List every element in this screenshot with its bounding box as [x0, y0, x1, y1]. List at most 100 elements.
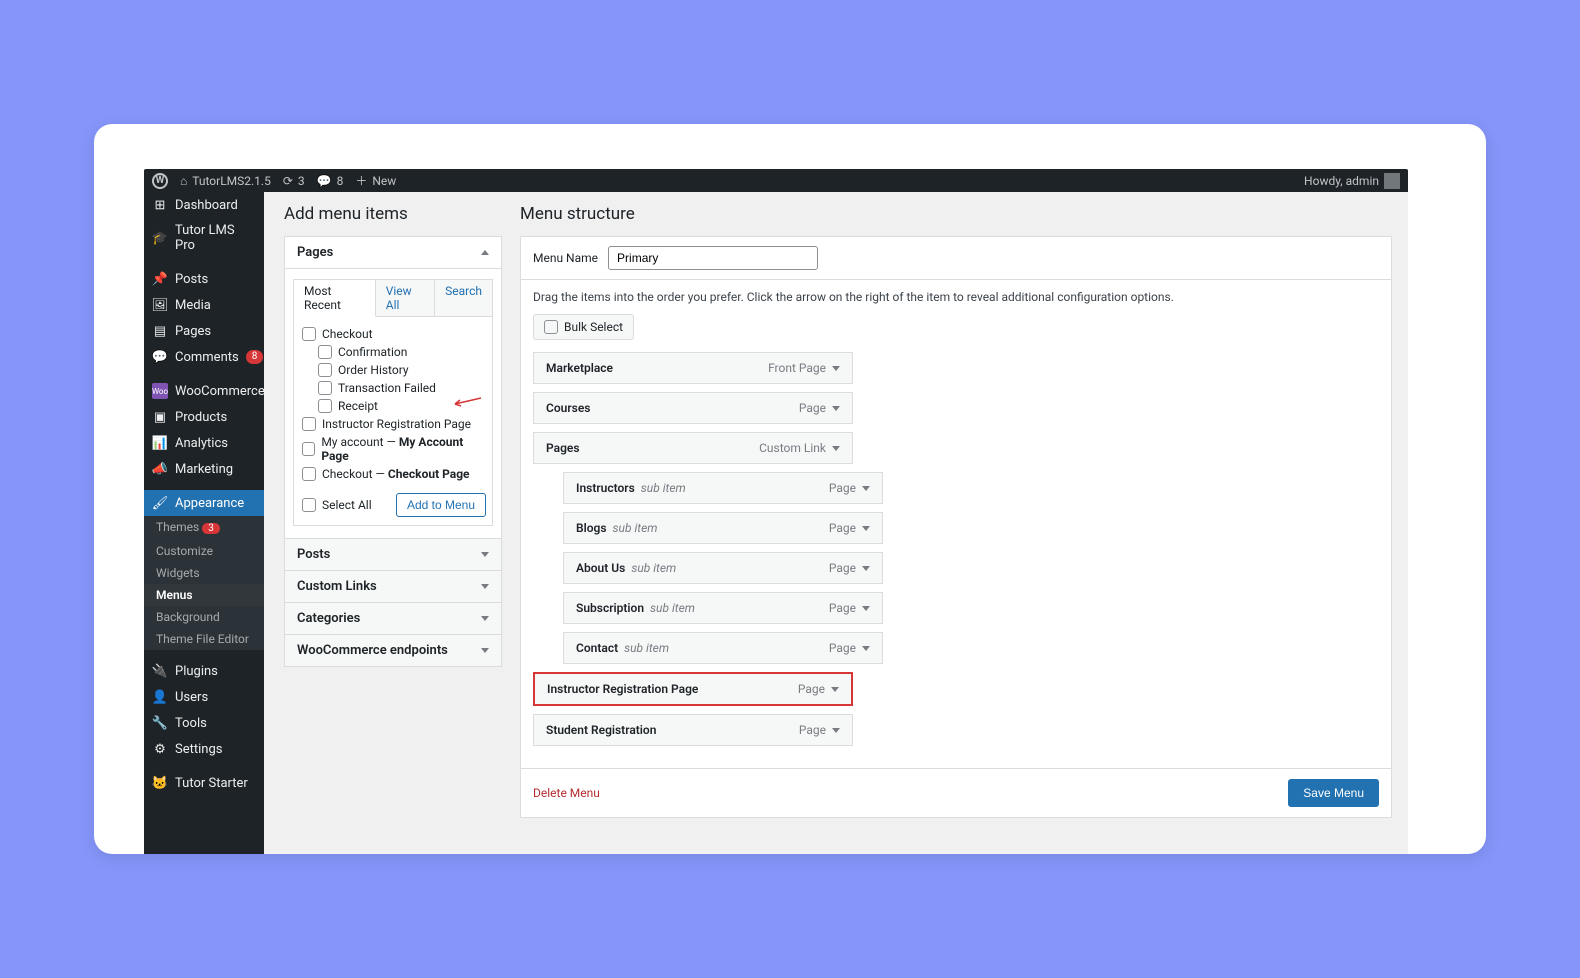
- acc-title: Posts: [297, 547, 330, 562]
- chevron-down-icon[interactable]: [862, 606, 870, 611]
- acc-title: Categories: [297, 611, 360, 626]
- checkbox[interactable]: [544, 320, 558, 334]
- sidebar-sublabel: Theme File Editor: [156, 632, 249, 646]
- page-transaction-failed[interactable]: Transaction Failed: [300, 379, 486, 397]
- sidebar-sub-themes[interactable]: Themes 3: [144, 516, 264, 540]
- sidebar-label: Tools: [175, 716, 207, 731]
- bulk-select[interactable]: Bulk Select: [533, 314, 634, 340]
- page-order-history[interactable]: Order History: [300, 361, 486, 379]
- checkbox[interactable]: [302, 327, 316, 341]
- menu-item[interactable]: PagesCustom Link: [533, 432, 853, 464]
- page-checkout-page[interactable]: Checkout — Checkout Page: [300, 465, 486, 483]
- sidebar-item-posts[interactable]: 📌 Posts: [144, 266, 264, 292]
- checkbox[interactable]: [302, 467, 316, 481]
- menu-name-label: Menu Name: [533, 251, 598, 265]
- acc-woo-endpoints-head[interactable]: WooCommerce endpoints: [285, 634, 501, 666]
- sidebar-item-plugins[interactable]: 🔌Plugins: [144, 658, 264, 684]
- checkbox[interactable]: [302, 417, 316, 431]
- chevron-down-icon[interactable]: [832, 728, 840, 733]
- sidebar-item-products[interactable]: ▣Products: [144, 404, 264, 430]
- page-receipt[interactable]: Receipt: [300, 397, 486, 415]
- add-items-accordion: Pages Most Recent View All Search Checko…: [284, 236, 502, 667]
- checkbox[interactable]: [302, 442, 315, 456]
- sidebar-item-settings[interactable]: ⚙Settings: [144, 736, 264, 762]
- sidebar-sub-menus[interactable]: Menus: [144, 584, 264, 606]
- menu-item[interactable]: Blogssub itemPage: [563, 512, 883, 544]
- menu-item-name: Pages: [546, 441, 580, 455]
- select-all[interactable]: Select All: [300, 496, 374, 514]
- menu-item[interactable]: Student RegistrationPage: [533, 714, 853, 746]
- acc-pages-head[interactable]: Pages: [285, 237, 501, 268]
- acc-title: WooCommerce endpoints: [297, 643, 448, 658]
- sidebar-item-tutor-starter[interactable]: 🐱Tutor Starter: [144, 770, 264, 796]
- tab-search[interactable]: Search: [435, 280, 492, 316]
- checkbox[interactable]: [318, 363, 332, 377]
- add-to-menu-button[interactable]: Add to Menu: [396, 493, 486, 517]
- sidebar-item-media[interactable]: 🖼Media: [144, 292, 264, 318]
- acc-custom-links-head[interactable]: Custom Links: [285, 570, 501, 602]
- sidebar-item-comments[interactable]: 💬Comments8: [144, 344, 264, 370]
- checkbox[interactable]: [318, 345, 332, 359]
- sidebar-sub-customize[interactable]: Customize: [144, 540, 264, 562]
- sidebar-item-appearance[interactable]: 🖌Appearance: [144, 490, 264, 516]
- tab-view-all[interactable]: View All: [376, 280, 435, 316]
- menu-items-list: MarketplaceFront Page CoursesPage PagesCus…: [533, 352, 1379, 746]
- chevron-down-icon[interactable]: [831, 687, 839, 692]
- page-instructor-registration[interactable]: Instructor Registration Page: [300, 415, 486, 433]
- menu-item[interactable]: About Ussub itemPage: [563, 552, 883, 584]
- chevron-down-icon[interactable]: [832, 446, 840, 451]
- sidebar-item-users[interactable]: 👤 Users: [144, 684, 264, 710]
- chevron-down-icon[interactable]: [862, 486, 870, 491]
- howdy-link[interactable]: Howdy, admin: [1304, 173, 1400, 189]
- menu-item[interactable]: Instructorssub itemPage: [563, 472, 883, 504]
- sidebar-item-analytics[interactable]: 📊Analytics: [144, 430, 264, 456]
- menu-item[interactable]: Contactsub itemPage: [563, 632, 883, 664]
- menu-name-input[interactable]: [608, 246, 818, 270]
- chevron-down-icon[interactable]: [862, 566, 870, 571]
- site-link[interactable]: ⌂ TutorLMS2.1.5: [180, 174, 271, 188]
- chevron-down-icon[interactable]: [862, 646, 870, 651]
- sidebar-item-tutor-lms-pro[interactable]: 🎓Tutor LMS Pro: [144, 218, 264, 258]
- sidebar-item-pages[interactable]: ▤Pages: [144, 318, 264, 344]
- sidebar-item-marketing[interactable]: 📣Marketing: [144, 456, 264, 482]
- sidebar-sub-background[interactable]: Background: [144, 606, 264, 628]
- menu-item[interactable]: Instructor Registration PagePage: [533, 672, 853, 706]
- marketing-icon: 📣: [152, 461, 168, 477]
- sub-item-tag: sub item: [631, 561, 676, 575]
- caret-down-icon: [481, 648, 489, 653]
- acc-posts-head[interactable]: Posts: [285, 538, 501, 570]
- pin-icon: 📌: [152, 271, 168, 287]
- sidebar-label: Users: [175, 690, 208, 705]
- chevron-down-icon[interactable]: [862, 526, 870, 531]
- pages-tabs: Most Recent View All Search: [293, 279, 493, 316]
- delete-menu-link[interactable]: Delete Menu: [533, 786, 600, 800]
- chevron-down-icon[interactable]: [832, 366, 840, 371]
- menu-item[interactable]: MarketplaceFront Page: [533, 352, 853, 384]
- menu-item[interactable]: Subscriptionsub itemPage: [563, 592, 883, 624]
- sidebar-sub-widgets[interactable]: Widgets: [144, 562, 264, 584]
- sidebar-item-woocommerce[interactable]: WooWooCommerce: [144, 378, 264, 404]
- sidebar-label: Tutor LMS Pro: [175, 223, 256, 253]
- page-checkout[interactable]: Checkout: [300, 325, 486, 343]
- menu-item[interactable]: CoursesPage: [533, 392, 853, 424]
- new-link[interactable]: ＋ New: [355, 172, 396, 189]
- chevron-down-icon[interactable]: [832, 406, 840, 411]
- users-icon: 👤: [152, 689, 168, 705]
- sidebar-label: Posts: [175, 272, 208, 287]
- page-my-account[interactable]: My account — My Account Page: [300, 433, 486, 465]
- checkbox[interactable]: [318, 399, 332, 413]
- save-menu-button[interactable]: Save Menu: [1288, 779, 1379, 807]
- checkbox[interactable]: [318, 381, 332, 395]
- avatar: [1384, 173, 1400, 189]
- sidebar-sub-theme-file-editor[interactable]: Theme File Editor: [144, 628, 264, 650]
- wp-logo[interactable]: [152, 173, 168, 189]
- page-confirmation[interactable]: Confirmation: [300, 343, 486, 361]
- tab-most-recent[interactable]: Most Recent: [294, 280, 376, 317]
- page-list-label: Order History: [338, 363, 409, 377]
- checkbox[interactable]: [302, 498, 316, 512]
- sidebar-item-dashboard[interactable]: ⊞Dashboard: [144, 192, 264, 218]
- acc-categories-head[interactable]: Categories: [285, 602, 501, 634]
- comments-link[interactable]: 💬 8: [317, 174, 344, 188]
- updates-link[interactable]: ⟳ 3: [283, 174, 305, 188]
- sidebar-item-tools[interactable]: 🔧Tools: [144, 710, 264, 736]
